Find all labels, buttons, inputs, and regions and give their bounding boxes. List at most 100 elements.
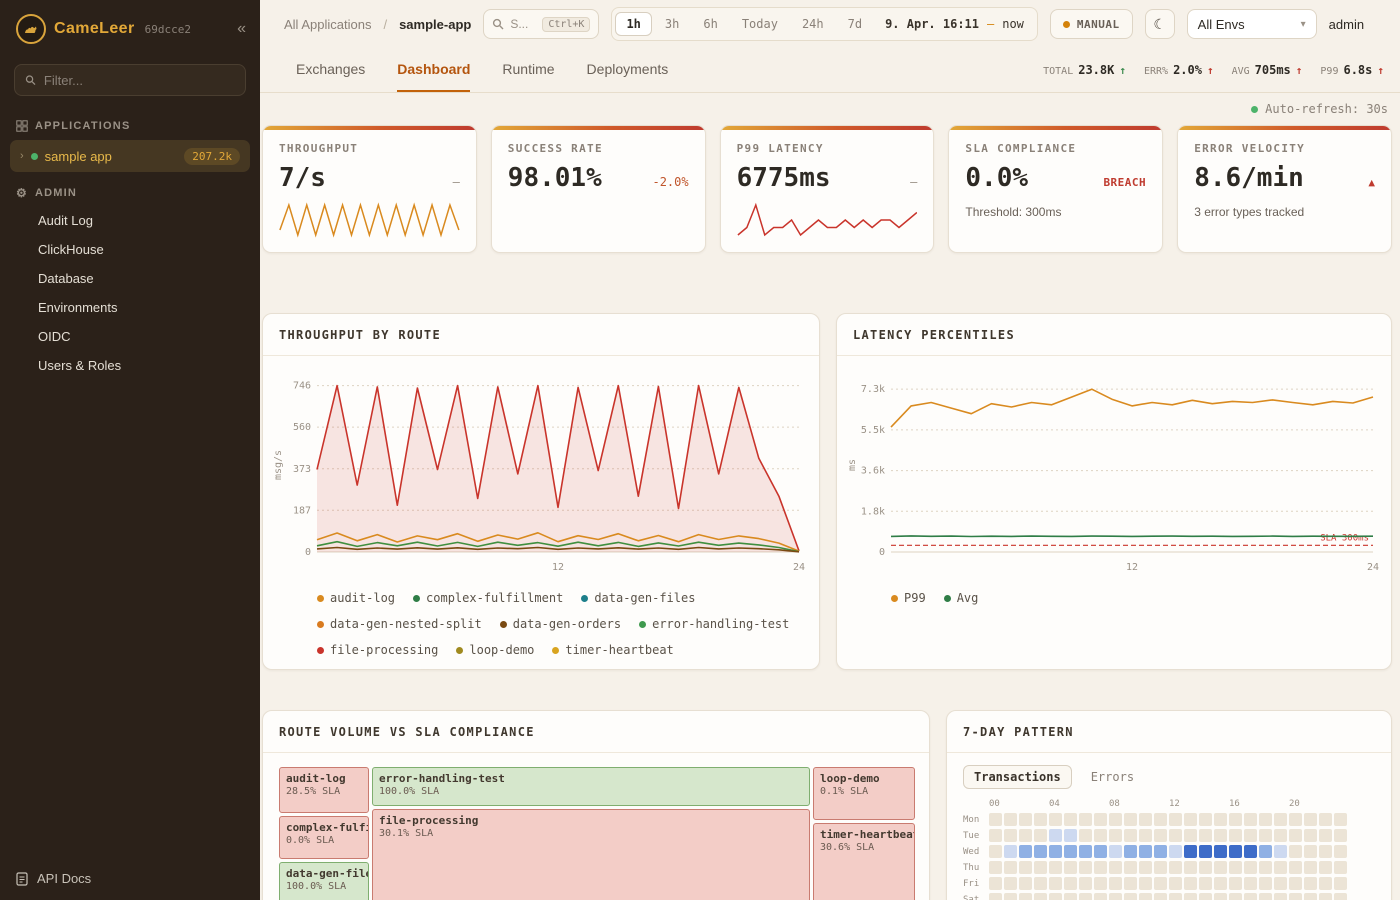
heatmap-cell xyxy=(1049,813,1062,826)
sidebar-item-sample-app[interactable]: › sample app 207.2k xyxy=(10,140,250,172)
treemap-cell-data-gen-files[interactable]: data-gen-files100.0% SLA xyxy=(279,862,369,900)
legend-item-timer-heartbeat[interactable]: timer-heartbeat xyxy=(552,643,673,657)
range-1h[interactable]: 1h xyxy=(615,12,651,36)
heatmap-cell xyxy=(989,829,1002,842)
range-24h[interactable]: 24h xyxy=(791,12,835,36)
heatmap-cell xyxy=(1199,845,1212,858)
env-selector[interactable]: All Envs ▾ xyxy=(1187,9,1317,39)
sidebar-item-environments[interactable]: Environments xyxy=(0,293,260,322)
treemap-cell-complex-fulfil[interactable]: complex-fulfil...0.0% SLA xyxy=(279,816,369,859)
api-docs-link[interactable]: API Docs xyxy=(0,857,260,900)
legend-item-complex-fulfillment[interactable]: complex-fulfillment xyxy=(413,591,563,605)
kpi-title: P99 LATENCY xyxy=(737,142,918,155)
svg-text:1.8k: 1.8k xyxy=(861,506,885,517)
heatmap-cell xyxy=(1229,845,1242,858)
date-separator: — xyxy=(987,17,994,31)
heatmap-cell xyxy=(1124,813,1137,826)
heatmap-cell xyxy=(1214,861,1227,874)
global-search-input[interactable] xyxy=(510,17,536,31)
global-search[interactable]: Ctrl+K xyxy=(483,9,599,39)
svg-text:7.3k: 7.3k xyxy=(861,384,885,395)
legend-item-audit-log[interactable]: audit-log xyxy=(317,591,395,605)
tab-dashboard[interactable]: Dashboard xyxy=(397,48,470,92)
legend-item-data-gen-files[interactable]: data-gen-files xyxy=(581,591,695,605)
legend-item-try-catch-test[interactable]: try-catch-test xyxy=(317,669,431,670)
sidebar-item-database[interactable]: Database xyxy=(0,264,260,293)
treemap-cell-audit-log[interactable]: audit-log28.5% SLA xyxy=(279,767,369,813)
heatmap-cell xyxy=(1334,877,1347,890)
heatmap-cell xyxy=(1064,861,1077,874)
heatmap-cell xyxy=(1259,845,1272,858)
treemap-cell-loop-demo[interactable]: loop-demo0.1% SLA xyxy=(813,767,915,820)
heatmap-cell xyxy=(1199,813,1212,826)
legend-item-avg[interactable]: Avg xyxy=(944,591,979,605)
legend-dot xyxy=(944,595,951,602)
heatmap-cell xyxy=(1244,845,1257,858)
sidebar-filter[interactable] xyxy=(14,64,246,96)
legend-dot xyxy=(639,621,646,628)
auto-refresh-row: Auto-refresh: 30s xyxy=(262,93,1392,125)
legend-item-data-gen-orders[interactable]: data-gen-orders xyxy=(500,617,621,631)
user-menu[interactable]: admin xyxy=(1329,17,1364,32)
heatmap-cell xyxy=(1259,877,1272,890)
sidebar-filter-input[interactable] xyxy=(44,73,235,88)
kpi-subtitle: 3 error types tracked xyxy=(1194,205,1375,219)
heatmap-cell xyxy=(1154,813,1167,826)
heatmap-cell xyxy=(1034,829,1047,842)
legend-item-p99[interactable]: P99 xyxy=(891,591,926,605)
tab-exchanges[interactable]: Exchanges xyxy=(296,48,365,92)
sidebar: CameLeer 69dcce2 « APPLICATIONS › sample… xyxy=(0,0,260,900)
manual-refresh-button[interactable]: MANUAL xyxy=(1050,9,1133,39)
treemap-cell-timer-heartbeat[interactable]: timer-heartbeat30.6% SLA xyxy=(813,823,915,900)
heatmap-cell xyxy=(1304,829,1317,842)
heatmap-tab-transactions[interactable]: Transactions xyxy=(963,765,1072,789)
sidebar-item-clickhouse[interactable]: ClickHouse xyxy=(0,235,260,264)
heatmap-cell xyxy=(1274,813,1287,826)
legend-item-data-gen-nested-split[interactable]: data-gen-nested-split xyxy=(317,617,482,631)
legend-item-file-processing[interactable]: file-processing xyxy=(317,643,438,657)
heatmap-cell xyxy=(989,877,1002,890)
heatmap-row-sat: Sat xyxy=(963,893,1375,900)
api-docs-label: API Docs xyxy=(37,871,91,886)
legend-item-error-handling-test[interactable]: error-handling-test xyxy=(639,617,789,631)
chevron-right-icon: › xyxy=(20,150,24,162)
tab-deployments[interactable]: Deployments xyxy=(587,48,669,92)
heatmap-grid: MonTueWedThuFriSatSun xyxy=(963,813,1375,900)
sidebar-item-audit-log[interactable]: Audit Log xyxy=(0,206,260,235)
sidebar-item-users-roles[interactable]: Users & Roles xyxy=(0,351,260,380)
heatmap-cell xyxy=(989,813,1002,826)
treemap-cell-error-handling-test[interactable]: error-handling-test100.0% SLA xyxy=(372,767,810,806)
heatmap-cell xyxy=(1214,877,1227,890)
heatmap-cell xyxy=(1334,893,1347,900)
heatmap-cell xyxy=(1109,861,1122,874)
heatmap-cell xyxy=(1139,893,1152,900)
tab-runtime[interactable]: Runtime xyxy=(502,48,554,92)
app-count-badge: 207.2k xyxy=(184,148,240,165)
date-range[interactable]: 9. Apr. 16:11 — now xyxy=(885,17,1034,31)
svg-text:0: 0 xyxy=(879,547,885,558)
range-today[interactable]: Today xyxy=(731,12,789,36)
treemap-cell-file-processing[interactable]: file-processing30.1% SLA xyxy=(372,809,810,900)
heatmap-cell xyxy=(989,861,1002,874)
heatmap-cell xyxy=(1244,829,1257,842)
range-7d[interactable]: 7d xyxy=(837,12,873,36)
dark-mode-toggle[interactable]: ☾ xyxy=(1145,9,1175,39)
heatmap-cell xyxy=(1289,829,1302,842)
heatmap-cell xyxy=(1304,893,1317,900)
legend-item-loop-demo[interactable]: loop-demo xyxy=(456,643,534,657)
heatmap-cell xyxy=(1154,829,1167,842)
range-6h[interactable]: 6h xyxy=(692,12,728,36)
sidebar-item-oidc[interactable]: OIDC xyxy=(0,322,260,351)
heatmap-cell xyxy=(1064,845,1077,858)
heatmap-cell xyxy=(1184,861,1197,874)
throughput-legend: audit-log complex-fulfillment data-gen-fil… xyxy=(263,581,819,670)
heatmap-tab-errors[interactable]: Errors xyxy=(1080,765,1145,789)
range-3h[interactable]: 3h xyxy=(654,12,690,36)
breadcrumb-root[interactable]: All Applications xyxy=(284,17,371,32)
heatmap-cell xyxy=(1124,877,1137,890)
charts-row: THROUGHPUT BY ROUTE 74656037318701224msg… xyxy=(262,313,1392,670)
kpi-card-error-velocity: ERROR VELOCITY 8.6/min ▲ 3 error types t… xyxy=(1177,125,1392,253)
sidebar-collapse-icon[interactable]: « xyxy=(237,20,246,38)
bottom-row: ROUTE VOLUME VS SLA COMPLIANCE audit-log… xyxy=(262,710,1392,900)
heatmap-cell xyxy=(1274,893,1287,900)
